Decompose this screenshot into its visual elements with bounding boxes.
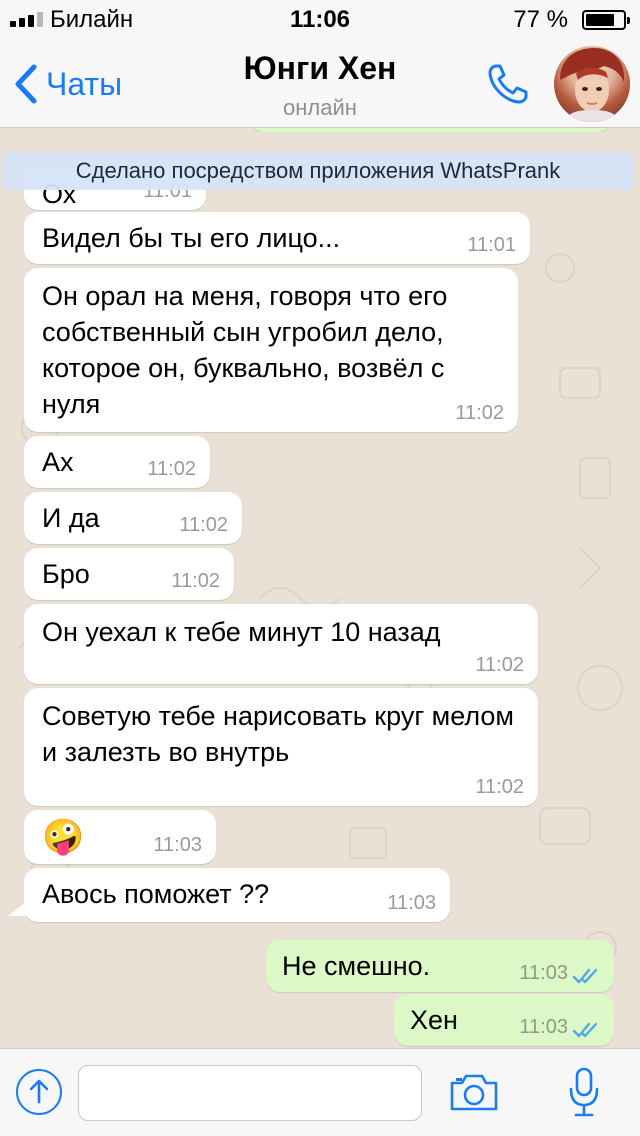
incoming-message[interactable]: Он уехал к тебе минут 10 назад 11:02 [24, 604, 538, 684]
watermark-banner: Сделано посредством приложения WhatsPran… [2, 152, 634, 190]
outgoing-message[interactable]: Не смешно. 11:03 [266, 940, 614, 992]
message-timestamp: 11:02 [455, 402, 504, 424]
attach-button[interactable] [16, 1069, 62, 1115]
message-composer [0, 1048, 640, 1136]
message-timestamp: 11:02 [147, 458, 196, 480]
message-timestamp: 11:03 [153, 834, 202, 856]
phone-call-icon[interactable] [484, 60, 532, 108]
read-receipt-icon [572, 968, 598, 984]
outgoing-message[interactable]: Хен 11:03 [394, 994, 614, 1046]
contact-avatar[interactable] [554, 46, 630, 122]
incoming-message[interactable]: Ах 11:02 [24, 436, 210, 488]
upload-icon [29, 1079, 49, 1104]
incoming-message[interactable]: Видел бы ты его лицо... 11:01 [24, 212, 530, 264]
message-timestamp: 11:02 [475, 654, 524, 676]
message-timestamp: 11:03 [387, 892, 436, 914]
outgoing-message[interactable]: 11:01 [250, 128, 612, 132]
microphone-icon[interactable] [566, 1063, 602, 1123]
incoming-message[interactable]: Бро 11:02 [24, 548, 234, 600]
incoming-message[interactable]: И да 11:02 [24, 492, 242, 544]
chat-area[interactable]: Сделано посредством приложения WhatsPran… [0, 128, 640, 1048]
message-text: Авось поможет ?? [42, 879, 270, 909]
message-timestamp: 11:02 [171, 570, 220, 592]
incoming-message[interactable]: Авось поможет ?? 11:03 [24, 868, 450, 922]
message-timestamp: 11:01 [467, 234, 516, 256]
incoming-message[interactable]: Советую тебе нарисовать круг мелом и зал… [24, 688, 538, 806]
chevron-left-icon [15, 64, 37, 104]
battery-icon [582, 10, 630, 30]
message-timestamp: 11:02 [179, 514, 228, 536]
read-receipt-icon [572, 1022, 598, 1038]
chat-header: Чаты Юнги Хен онлайн [0, 40, 640, 128]
message-timestamp: 11:03 [519, 962, 568, 984]
message-timestamp: 11:02 [475, 776, 524, 798]
battery-percentage: 77 % [513, 6, 568, 33]
back-button[interactable]: Чаты [14, 60, 122, 108]
message-text: Хен [410, 1005, 458, 1035]
message-text: Он орал на меня, говоря что его собствен… [42, 281, 448, 419]
camera-icon[interactable] [448, 1071, 500, 1113]
message-text: Советую тебе нарисовать круг мелом и зал… [42, 701, 514, 767]
incoming-message[interactable]: Он орал на меня, говоря что его собствен… [24, 268, 518, 432]
bubble-tail [8, 902, 26, 916]
status-bar: Билайн 11:06 77 % [0, 0, 640, 40]
back-label: Чаты [46, 65, 123, 102]
message-input[interactable] [78, 1065, 422, 1121]
message-text: Он уехал к тебе минут 10 назад [42, 617, 441, 647]
incoming-message[interactable]: 🤪 11:03 [24, 810, 216, 864]
message-text: Видел бы ты его лицо... [42, 223, 341, 253]
message-timestamp: 11:03 [519, 1016, 568, 1038]
